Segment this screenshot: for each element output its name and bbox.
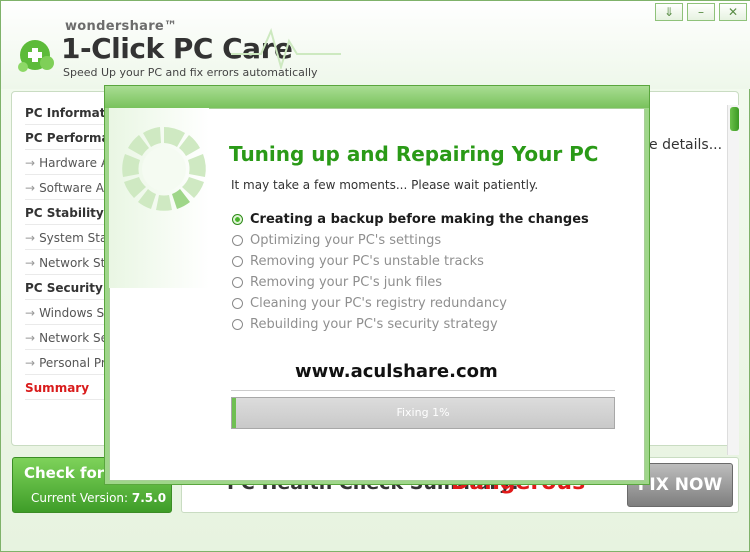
sidebar-item-label: PC Security bbox=[25, 281, 103, 295]
step-label: Removing your PC's junk files bbox=[250, 274, 443, 290]
arrow-right-icon: → bbox=[25, 231, 36, 245]
collapse-button[interactable]: ⇓ bbox=[655, 3, 683, 21]
sidebar-item-label: PC Stability bbox=[25, 206, 104, 220]
version-label: Current Version: bbox=[31, 491, 129, 505]
check-label: Check for bbox=[24, 464, 105, 482]
arrow-right-icon: → bbox=[25, 156, 36, 170]
progress-label: Fixing 1% bbox=[396, 406, 450, 419]
arrow-right-icon: → bbox=[25, 256, 36, 270]
sidebar-item-label: Network St bbox=[39, 256, 106, 270]
sidebar-item-label: PC Informati bbox=[25, 106, 110, 120]
dialog-title: Tuning up and Repairing Your PC bbox=[229, 142, 599, 166]
header: wondershare™ 1-Click PC Care Speed Up yo… bbox=[1, 1, 750, 89]
radio-empty-icon bbox=[232, 318, 243, 330]
watermark-text: www.aculshare.com bbox=[295, 361, 498, 382]
dialog-titlebar bbox=[105, 86, 649, 108]
details-link[interactable]: e details... bbox=[649, 137, 722, 153]
step-item: Rebuilding your PC's security strategy bbox=[232, 314, 498, 334]
step-item: Optimizing your PC's settings bbox=[232, 230, 441, 250]
sidebar-item-label: System Sta bbox=[39, 231, 108, 245]
sidebar-item-label: Network Se bbox=[39, 331, 108, 345]
progress-spinner-icon bbox=[122, 127, 206, 211]
minimize-button[interactable]: – bbox=[687, 3, 715, 21]
sidebar-item-label: Summary bbox=[25, 381, 90, 395]
sidebar-item-label: Hardware A bbox=[39, 156, 110, 170]
step-item: Cleaning your PC's registry redundancy bbox=[232, 293, 507, 313]
heartbeat-icon bbox=[231, 28, 341, 69]
step-label: Removing your PC's unstable tracks bbox=[250, 253, 484, 269]
sidebar-item-label: Windows S bbox=[39, 306, 105, 320]
radio-empty-icon bbox=[232, 234, 243, 246]
step-item: Creating a backup before making the chan… bbox=[232, 209, 589, 229]
arrow-right-icon: → bbox=[25, 356, 36, 370]
version-value: 7.5.0 bbox=[131, 491, 167, 505]
version-info: Current Version: 7.5.0 bbox=[31, 491, 166, 505]
radio-empty-icon bbox=[232, 297, 243, 309]
radio-empty-icon bbox=[232, 276, 243, 288]
scrollbar-thumb[interactable] bbox=[730, 107, 739, 131]
step-label: Rebuilding your PC's security strategy bbox=[250, 316, 498, 332]
arrow-right-icon: → bbox=[25, 181, 36, 195]
progress-bar: Fixing 1% bbox=[231, 397, 615, 429]
repair-dialog: Tuning up and Repairing Your PC It may t… bbox=[104, 85, 650, 485]
sidebar-item-label: Software A bbox=[39, 181, 104, 195]
arrow-right-icon: → bbox=[25, 306, 36, 320]
step-item: Removing your PC's unstable tracks bbox=[232, 251, 484, 271]
sidebar-item-label: Personal Pri bbox=[39, 356, 110, 370]
divider bbox=[231, 390, 615, 391]
step-label: Optimizing your PC's settings bbox=[250, 232, 442, 248]
radio-checked-icon bbox=[232, 213, 243, 225]
close-button[interactable]: ✕ bbox=[719, 3, 747, 21]
dialog-subtitle: It may take a few moments... Please wait… bbox=[231, 178, 539, 192]
step-item: Removing your PC's junk files bbox=[232, 272, 442, 292]
arrow-right-icon: → bbox=[25, 331, 36, 345]
app-window: wondershare™ 1-Click PC Care Speed Up yo… bbox=[0, 0, 750, 552]
radio-empty-icon bbox=[232, 255, 243, 267]
plus-logo-icon bbox=[18, 40, 54, 72]
step-label: Cleaning your PC's registry redundancy bbox=[250, 295, 507, 311]
scrollbar[interactable] bbox=[727, 105, 739, 455]
step-label: Creating a backup before making the chan… bbox=[250, 211, 589, 227]
window-controls: ⇓ – ✕ bbox=[655, 3, 747, 21]
